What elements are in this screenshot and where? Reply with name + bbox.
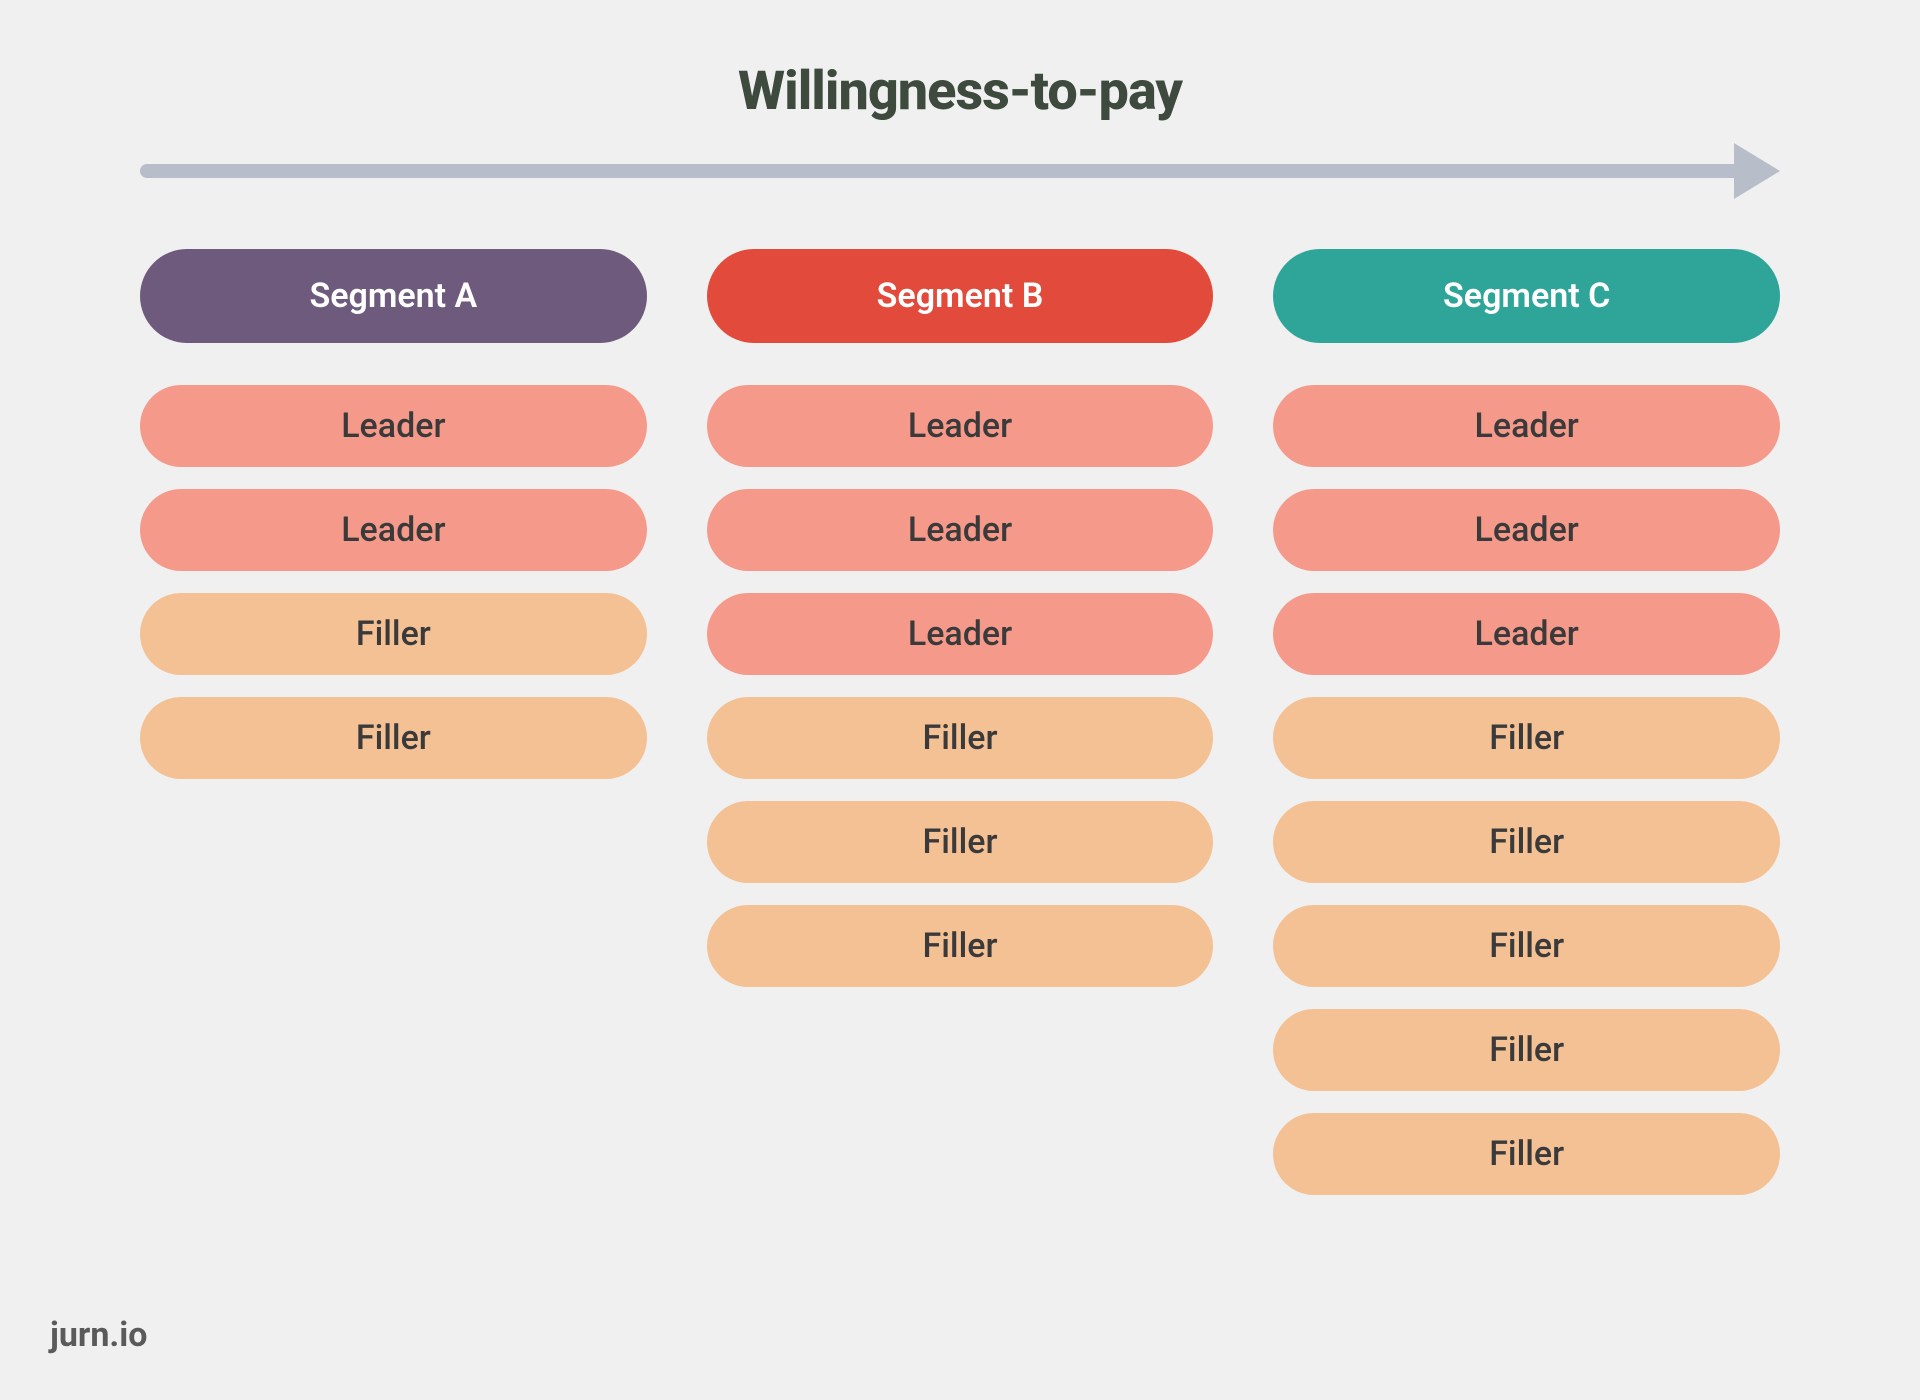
filler-pill: Filler [707, 905, 1214, 987]
filler-pill: Filler [140, 593, 647, 675]
segment-columns: Segment ALeaderLeaderFillerFillerSegment… [120, 249, 1800, 1195]
arrow-head-icon [1734, 143, 1780, 199]
filler-pill: Filler [707, 801, 1214, 883]
filler-pill: Filler [1273, 905, 1780, 987]
segment-column: Segment C Leader Leader Leader Filler Filler F… [1273, 249, 1780, 1195]
source-attribution: jurn.io [50, 1315, 147, 1355]
filler-pill: Filler [140, 697, 647, 779]
leader-pill: Leader [707, 385, 1214, 467]
filler-pill: Filler [1273, 801, 1780, 883]
leader-pill: Leader [707, 593, 1214, 675]
segment-header: Segment B [707, 249, 1214, 343]
filler-pill: Filler [1273, 1113, 1780, 1195]
leader-pill: Leader [140, 385, 647, 467]
leader-pill: Leader [1273, 593, 1780, 675]
filler-pill: Filler [1273, 1009, 1780, 1091]
leader-pill: Leader [707, 489, 1214, 571]
leader-pill: Leader [1273, 385, 1780, 467]
segment-header: Segment A [140, 249, 647, 343]
filler-pill: Filler [707, 697, 1214, 779]
leader-pill: Leader [140, 489, 647, 571]
segment-column: Segment A Leader Leader Filler Filler [140, 249, 647, 1195]
leader-pill: Leader [1273, 489, 1780, 571]
segment-column: Segment B Leader Leader Leader Filler Filler F… [707, 249, 1214, 1195]
wtp-arrow [140, 143, 1780, 199]
segment-header: Segment C [1273, 249, 1780, 343]
diagram-title: Willingness-to-pay [120, 60, 1800, 123]
arrow-line [140, 164, 1736, 178]
filler-pill: Filler [1273, 697, 1780, 779]
